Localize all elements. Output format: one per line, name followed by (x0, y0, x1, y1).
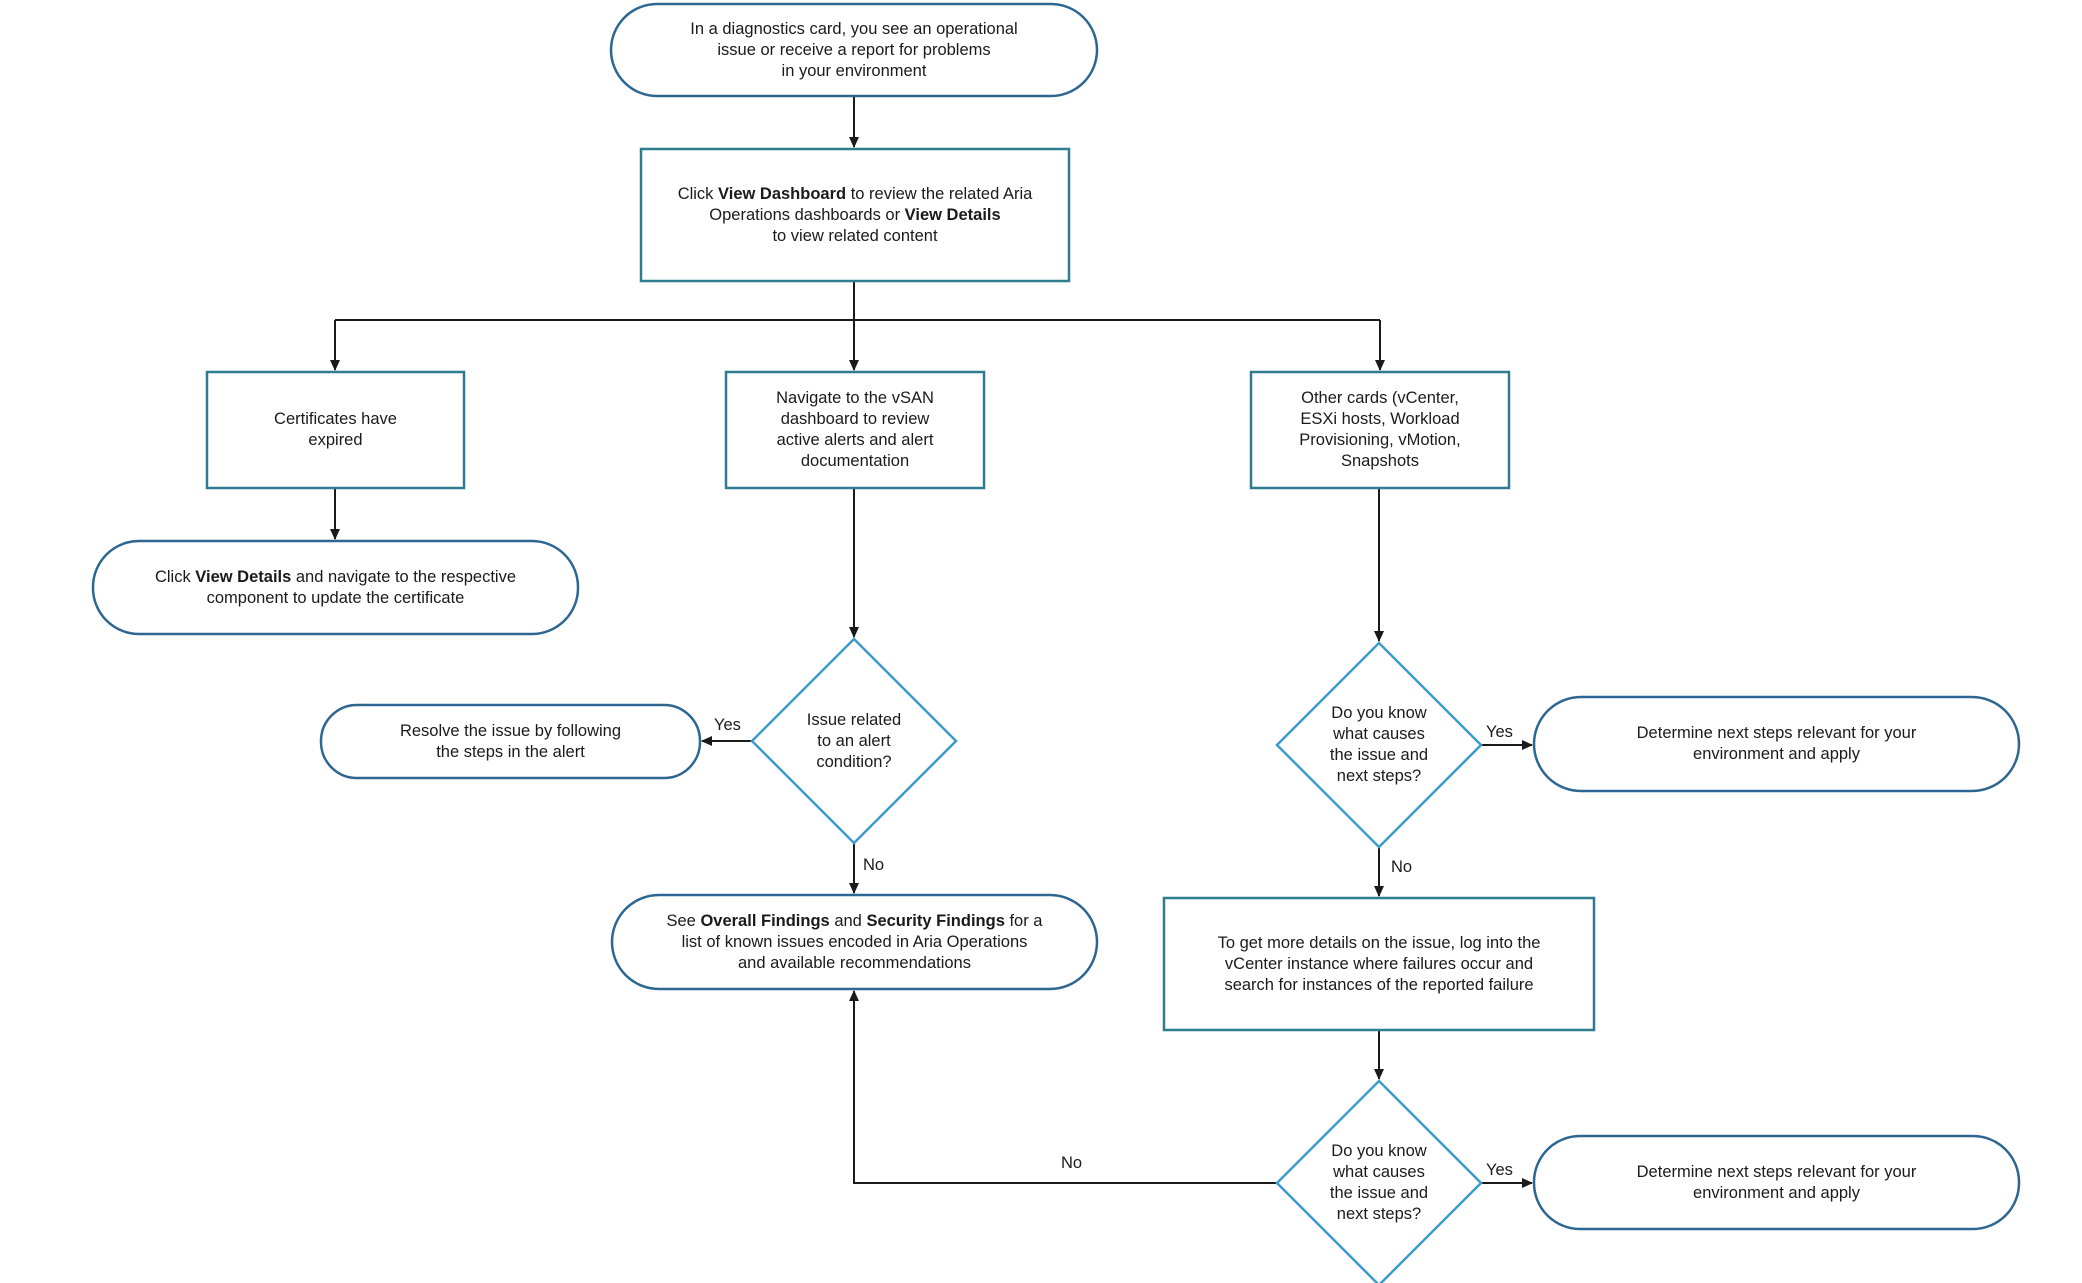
alert-yes-label: Yes (714, 716, 741, 734)
node-label: Other cards (vCenter, ESXi hosts, Workloa… (1299, 389, 1461, 470)
alert-decision-node: Issue related to an alert condition? (782, 691, 926, 791)
node-label: Navigate to the vSAN dashboard to review a… (776, 389, 934, 470)
emphasized-term: Security Findings (866, 911, 1005, 930)
resolve-alert-node: Resolve the issue by following the steps … (321, 705, 700, 778)
other-cards-node: Other cards (vCenter, ESXi hosts, Workloa… (1251, 372, 1509, 488)
emphasized-term: Overall Findings (700, 911, 830, 930)
node-label: Determine next steps relevant for your en… (1636, 1162, 1917, 1202)
node-label: Do you know what causes the issue and next … (1329, 704, 1429, 785)
know-cause-1-node: Do you know what causes the issue and next … (1309, 695, 1449, 795)
emphasized-term: View Details (904, 205, 1001, 224)
node-label: Click View Details and navigate to the r… (154, 567, 517, 607)
update-certificate-node: Click View Details and navigate to the r… (93, 541, 578, 634)
emphasized-term: View Details (195, 567, 292, 586)
know-cause-2-node: Do you know what causes the issue and next … (1309, 1133, 1449, 1233)
emphasized-term: View Dashboard (718, 184, 847, 203)
findings-node: See Overall Findings and Security Findin… (612, 895, 1097, 989)
view-dashboard-node: Click View Dashboard to review the relat… (641, 149, 1069, 281)
vcenter-details-node: To get more details on the issue, log in… (1164, 898, 1594, 1030)
know1-yes-label: Yes (1486, 723, 1513, 741)
vsan-dashboard-node: Navigate to the vSAN dashboard to review a… (726, 372, 984, 488)
know1-no-label: No (1391, 858, 1413, 876)
alert-no-label: No (863, 856, 885, 874)
start-node: In a diagnostics card, you see an operat… (611, 4, 1097, 96)
next-steps-1-node: Determine next steps relevant for your en… (1534, 697, 2019, 791)
node-label: See Overall Findings and Security Findin… (666, 911, 1043, 972)
node-label: To get more details on the issue, log in… (1217, 933, 1541, 994)
node-label: Resolve the issue by following the steps … (399, 721, 622, 761)
next-steps-2-node: Determine next steps relevant for your en… (1534, 1136, 2019, 1229)
node-label: Click View Dashboard to review the relat… (677, 184, 1033, 245)
know2-no-label: No (1061, 1154, 1083, 1172)
node-label: Certificates have expired (274, 410, 397, 449)
know2-yes-label: Yes (1486, 1161, 1513, 1179)
node-label: In a diagnostics card, you see an operat… (690, 19, 1018, 80)
node-label: Do you know what causes the issue and next … (1329, 1142, 1429, 1223)
node-label: Determine next steps relevant for your en… (1636, 724, 1917, 763)
certificates-expired-node: Certificates have expired (207, 372, 464, 488)
node-label: Issue related to an alert condition? (806, 710, 902, 771)
